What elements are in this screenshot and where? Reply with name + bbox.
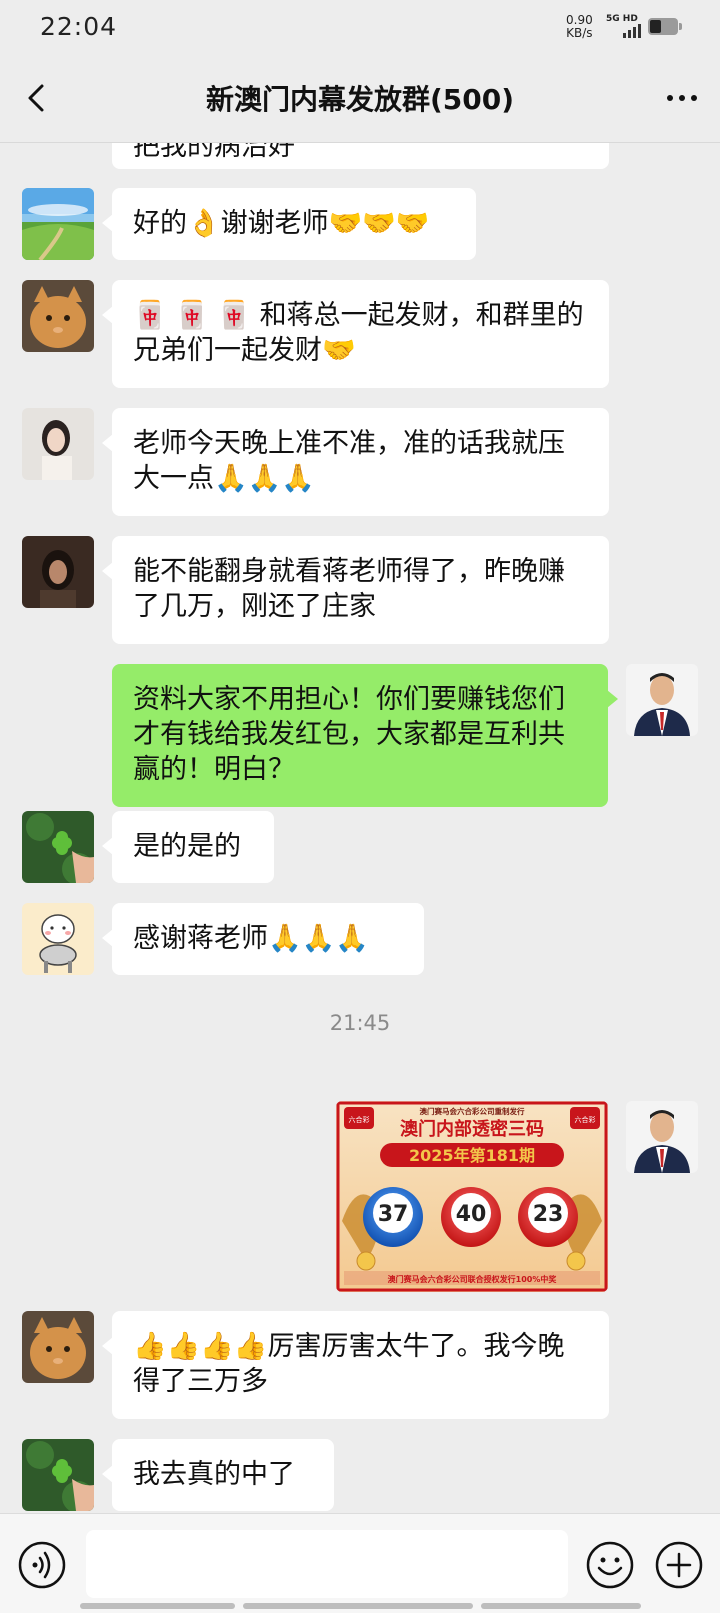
lottery-ball-2: 40	[441, 1187, 501, 1247]
status-bar: 22:04 0.90 KB/s 5G HD	[0, 0, 720, 56]
signal-icon	[623, 24, 641, 38]
my-avatar[interactable]	[626, 1101, 698, 1173]
avatar[interactable]	[22, 280, 94, 352]
plus-icon[interactable]	[654, 1540, 704, 1590]
svg-text:23: 23	[533, 1202, 564, 1227]
lottery-footer: 澳门赛马会六合彩公司联合授权发行100%中奖	[388, 1274, 558, 1284]
status-time: 22:04	[40, 12, 118, 41]
avatar[interactable]	[22, 188, 94, 260]
network-speed: 0.90 KB/s	[566, 13, 593, 40]
lottery-header-line: 澳门赛马会六合彩公司重制发行	[420, 1106, 525, 1116]
lottery-logo-right: 六合彩	[575, 1115, 596, 1124]
message-bubble[interactable]: 老师今天晚上准不准，准的话我就压大一点🙏🙏🙏	[102, 408, 609, 516]
message-bubble[interactable]: 🀄 🀄 🀄 和蒋总一起发财，和群里的兄弟们一起发财🤝	[102, 280, 609, 388]
battery-icon	[648, 18, 682, 35]
my-avatar[interactable]	[626, 664, 698, 736]
message-bubble[interactable]: 是的是的	[102, 811, 274, 883]
chat-header: 新澳门内幕发放群(500)	[0, 56, 720, 143]
message-bubble[interactable]: 感谢蒋老师🙏🙏🙏	[102, 903, 424, 975]
lottery-logo-left: 六合彩	[349, 1115, 370, 1124]
avatar[interactable]	[22, 408, 94, 480]
group-title: 新澳门内幕发放群(500)	[205, 83, 515, 116]
input-bar	[0, 1513, 720, 1613]
more-options-icon[interactable]	[662, 78, 702, 118]
avatar[interactable]	[22, 536, 94, 608]
avatar[interactable]	[22, 1311, 94, 1383]
svg-text:40: 40	[456, 1202, 487, 1227]
network-type: 5G HD	[606, 14, 638, 24]
lottery-period: 2025年第181期	[409, 1146, 535, 1165]
message-input[interactable]	[86, 1530, 568, 1598]
chat-message-list[interactable]: 把我的病治好 好的👌谢谢老师🤝🤝🤝 🀄 🀄 🀄 和蒋总一起发财，和群里的兄弟们一…	[0, 143, 720, 1513]
avatar[interactable]	[22, 903, 94, 975]
message-bubble[interactable]: 我去真的中了	[102, 1439, 334, 1511]
message-bubble[interactable]: 能不能翻身就看蒋老师得了，昨晚赚了几万，刚还了庄家	[102, 536, 609, 644]
lottery-ball-3: 23	[518, 1187, 578, 1247]
message-bubble-outgoing[interactable]: 资料大家不用担心！你们要赚钱您们才有钱给我发红包，大家都是互利共赢的！明白？	[112, 664, 618, 807]
nav-gesture-bar[interactable]	[481, 1603, 641, 1609]
message-bubble[interactable]: 👍👍👍👍厉害厉害太牛了。我今晚得了三万多	[102, 1311, 609, 1419]
lottery-ball-1: 37	[363, 1187, 423, 1247]
message-bubble[interactable]: 好的👌谢谢老师🤝🤝🤝	[102, 188, 476, 260]
voice-input-icon[interactable]	[17, 1540, 67, 1590]
nav-gesture-bar[interactable]	[80, 1603, 235, 1609]
avatar[interactable]	[22, 1439, 94, 1511]
svg-text:37: 37	[378, 1202, 409, 1227]
message-timestamp: 21:45	[329, 1011, 391, 1035]
lottery-image-message[interactable]: 六合彩 六合彩 澳门赛马会六合彩公司重制发行 澳门内部透密三码 2025年第18…	[336, 1101, 608, 1292]
message-bubble[interactable]: 把我的病治好	[112, 143, 609, 169]
lottery-title: 澳门内部透密三码	[400, 1118, 544, 1140]
nav-gesture-bar[interactable]	[243, 1603, 473, 1609]
emoji-icon[interactable]	[585, 1540, 635, 1590]
avatar[interactable]	[22, 811, 94, 883]
